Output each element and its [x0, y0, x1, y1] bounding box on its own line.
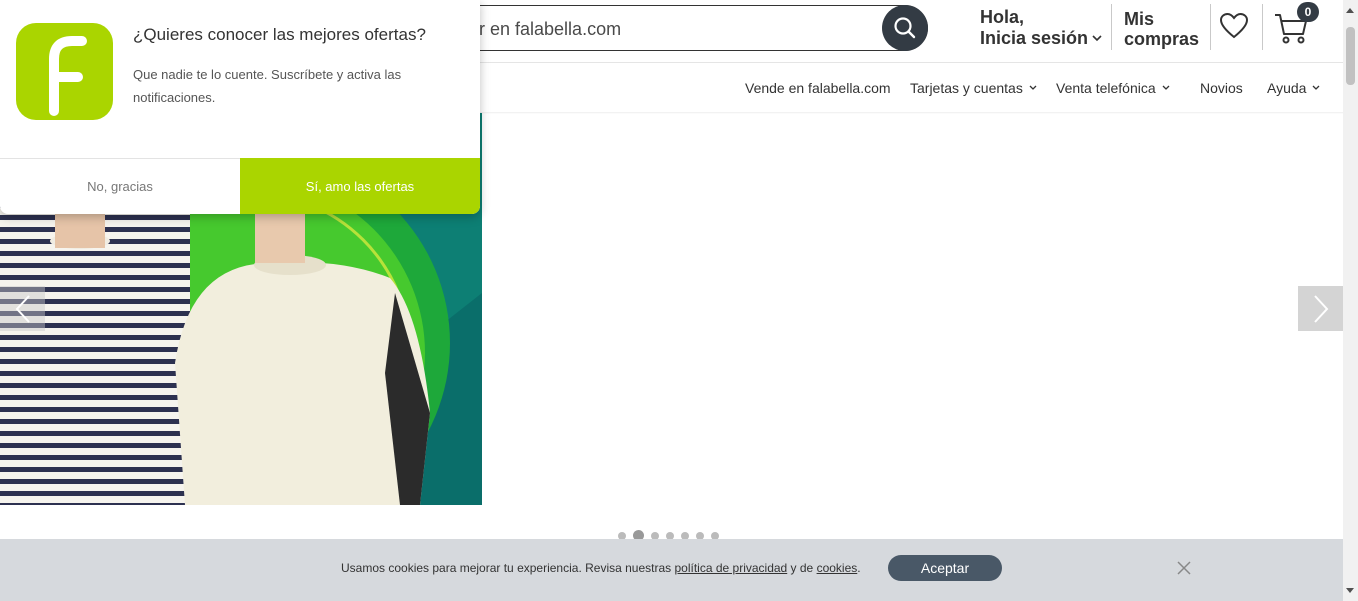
cookie-text: Usamos cookies para mejorar tu experienc… — [341, 561, 861, 575]
login-label[interactable]: Inicia sesión — [980, 27, 1088, 49]
accept-cookies-button[interactable]: Aceptar — [888, 555, 1002, 581]
nav-item-ayuda[interactable]: Ayuda — [1267, 80, 1320, 96]
my-orders-line1: Mis — [1124, 9, 1155, 29]
close-cookie-banner-button[interactable] — [1176, 560, 1192, 581]
cookie-text-middle: y de — [787, 561, 817, 575]
nav-item-venta-telefonica[interactable]: Venta telefónica — [1056, 80, 1170, 96]
decline-notifications-button[interactable]: No, gracias — [0, 158, 240, 214]
chevron-down-icon — [1092, 35, 1102, 42]
login-menu[interactable]: Hola, Inicia sesión — [980, 7, 1102, 49]
heart-icon — [1219, 12, 1249, 39]
cookie-text-end: . — [857, 561, 861, 575]
wishlist-button[interactable] — [1219, 12, 1249, 45]
popup-title: ¿Quieres conocer las mejores ofertas? — [133, 25, 426, 44]
search-button[interactable] — [882, 5, 928, 51]
nav-item-vende[interactable]: Vende en falabella.com — [745, 80, 891, 96]
f-logo-icon — [49, 36, 87, 116]
my-orders-link[interactable]: Mis compras — [1124, 9, 1199, 49]
scroll-down-arrow[interactable] — [1346, 588, 1354, 593]
page-scrollbar[interactable] — [1343, 0, 1358, 601]
greeting-text: Hola, — [980, 7, 1025, 27]
nav-item-novios[interactable]: Novios — [1200, 80, 1243, 96]
chevron-down-icon — [1312, 85, 1320, 90]
header-divider — [1111, 4, 1112, 50]
header-divider — [1262, 4, 1263, 50]
cookies-policy-link[interactable]: cookies — [817, 561, 858, 575]
cart-count-badge: 0 — [1297, 2, 1319, 22]
search-input[interactable]: r en falabella.com — [479, 19, 621, 40]
chevron-right-icon — [1313, 294, 1328, 323]
scroll-thumb[interactable] — [1346, 27, 1355, 85]
slider-next-button[interactable] — [1298, 286, 1343, 331]
nav-item-label: Ayuda — [1267, 80, 1307, 96]
popup-text: Que nadie te lo cuente. Suscríbete y act… — [133, 67, 402, 105]
chevron-down-icon — [1029, 85, 1037, 90]
header-divider — [1210, 4, 1211, 50]
falabella-logo — [16, 23, 113, 120]
slider-prev-button[interactable] — [0, 286, 45, 331]
search-icon — [894, 17, 916, 39]
nav-item-label: Venta telefónica — [1056, 80, 1156, 96]
chevron-left-icon — [15, 294, 30, 323]
nav-item-tarjetas[interactable]: Tarjetas y cuentas — [910, 80, 1037, 96]
notification-prompt: ¿Quieres conocer las mejores ofertas? Qu… — [0, 0, 480, 214]
nav-item-label: Tarjetas y cuentas — [910, 80, 1023, 96]
my-orders-line2: compras — [1124, 29, 1200, 49]
scroll-up-arrow[interactable] — [1346, 8, 1354, 13]
close-icon — [1177, 561, 1191, 575]
chevron-down-icon — [1162, 85, 1170, 90]
cookie-banner: Usamos cookies para mejorar tu experienc… — [0, 539, 1343, 601]
nav-item-label: Vende en falabella.com — [745, 80, 891, 96]
cookie-text-intro: Usamos cookies para mejorar tu experienc… — [341, 561, 675, 575]
accept-notifications-button[interactable]: Sí, amo las ofertas — [240, 158, 480, 214]
nav-item-label: Novios — [1200, 80, 1243, 96]
privacy-policy-link[interactable]: política de privacidad — [674, 561, 787, 575]
search-bar[interactable]: r en falabella.com — [420, 5, 928, 51]
